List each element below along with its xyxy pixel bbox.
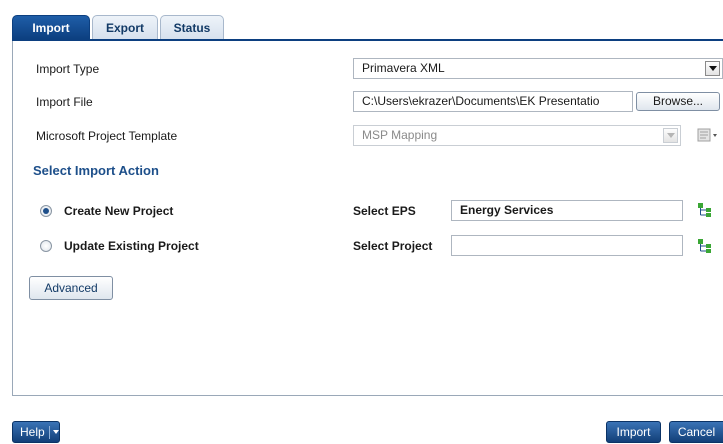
select-project-input[interactable] [451, 235, 683, 256]
browse-button[interactable]: Browse... [636, 92, 720, 111]
footer-bar: Help Import Cancel [0, 397, 723, 444]
dropdown-arrow-icon[interactable] [705, 61, 720, 76]
tab-export[interactable]: Export [92, 15, 158, 39]
template-select[interactable]: MSP Mapping [353, 125, 681, 146]
help-label: Help [20, 425, 45, 439]
import-type-select[interactable]: Primavera XML [353, 58, 723, 79]
help-menu-arrow-icon[interactable] [53, 430, 59, 434]
cancel-button[interactable]: Cancel [669, 421, 723, 443]
select-project-label: Select Project [353, 239, 433, 253]
import-panel: Import Type Primavera XML Import File C:… [12, 41, 723, 396]
project-tree-select-icon[interactable] [697, 238, 713, 254]
create-new-label[interactable]: Create New Project [64, 204, 173, 218]
advanced-button[interactable]: Advanced [29, 276, 113, 300]
import-type-value: Primavera XML [362, 61, 445, 75]
template-dropdown-arrow-icon[interactable] [663, 128, 678, 143]
import-button[interactable]: Import [606, 421, 661, 443]
template-value: MSP Mapping [362, 128, 438, 142]
template-settings-icon[interactable] [696, 127, 718, 145]
eps-tree-select-icon[interactable] [697, 202, 713, 218]
update-existing-label[interactable]: Update Existing Project [64, 239, 199, 253]
help-menu-button[interactable]: Help [12, 421, 60, 443]
update-existing-radio[interactable] [40, 240, 52, 252]
section-title: Select Import Action [33, 163, 159, 178]
import-file-label: Import File [36, 95, 93, 109]
import-type-label: Import Type [36, 62, 100, 76]
tab-bar: Import Export Status [0, 0, 723, 41]
tab-status[interactable]: Status [160, 15, 224, 39]
create-new-radio[interactable] [40, 205, 52, 217]
select-eps-label: Select EPS [353, 204, 416, 218]
select-eps-input[interactable]: Energy Services [451, 200, 683, 221]
template-label: Microsoft Project Template [36, 129, 178, 143]
help-divider [49, 426, 50, 439]
tab-import[interactable]: Import [12, 15, 90, 39]
import-file-input[interactable]: C:\Users\ekrazer\Documents\EK Presentati… [353, 91, 633, 112]
